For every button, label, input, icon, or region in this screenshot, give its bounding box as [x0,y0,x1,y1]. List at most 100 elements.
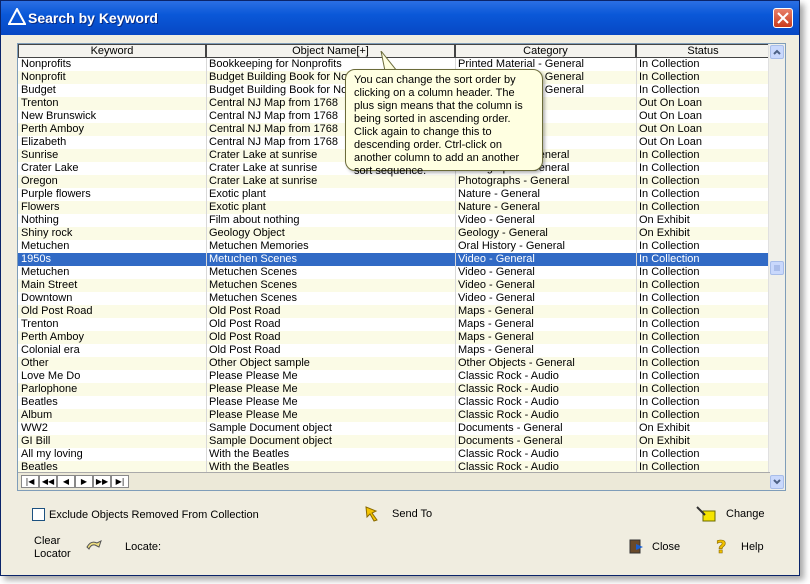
tooltip-pointer [380,51,398,71]
status-cell: In Collection [639,344,700,356]
category-cell: Classic Rock - Audio [458,409,559,421]
locate-label: Locate: [125,541,162,553]
object-name-cell: Exotic plant [209,188,266,200]
table-row[interactable]: Colonial era Old Post Road Maps - General I… [18,344,770,357]
close-door-icon[interactable] [627,538,645,554]
category-cell: Nature - General [458,188,540,200]
status-cell: In Collection [639,149,700,161]
status-cell: In Collection [639,188,700,200]
send-to-icon[interactable] [364,505,380,523]
object-name-cell: Old Post Road [209,344,281,356]
column-divider [636,58,637,473]
keyword-cell: Main Street [21,279,78,291]
grip-icon [774,265,780,271]
table-row[interactable]: Album Please Please Me Classic Rock - Audi… [18,409,770,422]
table-row[interactable]: Perth Amboy Old Post Road Maps - General In… [18,331,770,344]
category-cell: Maps - General [458,318,534,330]
table-row[interactable]: Main Street Metuchen Scenes Video - Genera… [18,279,770,292]
chevron-up-icon [773,49,781,55]
keyword-cell: WW2 [21,422,48,434]
keyword-cell: All my loving [21,448,83,460]
table-row[interactable]: Beatles Please Please Me Classic Rock - Au… [18,396,770,409]
category-cell: Classic Rock - Audio [458,448,559,460]
last-record-button[interactable]: ▶| [111,475,129,488]
object-name-cell: Metuchen Scenes [209,266,298,278]
clear-locator-label-line2[interactable]: Locator [34,548,71,560]
category-cell: Photographs - General [458,175,570,187]
send-to-button[interactable]: Send To [392,508,432,520]
status-cell: In Collection [639,357,700,369]
category-cell: Geology - General [458,227,548,239]
category-cell: Documents - General [458,422,563,434]
keyword-cell: Trenton [21,97,59,109]
next-page-button[interactable]: ▶▶ [93,475,111,488]
keyword-cell: Beatles [21,396,58,408]
keyword-cell: Old Post Road [21,305,93,317]
vertical-scrollbar[interactable] [768,44,785,490]
object-name-cell: Old Post Road [209,318,281,330]
keyword-cell: Metuchen [21,240,70,252]
keyword-cell: Crater Lake [21,162,79,174]
status-cell: Out On Loan [639,97,702,109]
table-row[interactable]: Nothing Film about nothing Video - General… [18,214,770,227]
change-icon[interactable] [695,505,719,523]
status-cell: On Exhibit [639,422,690,434]
table-row[interactable]: Metuchen Metuchen Memories Oral History - … [18,240,770,253]
object-name-cell: Metuchen Scenes [209,253,298,265]
keyword-cell: Nothing [21,214,59,226]
table-row[interactable]: Parlophone Please Please Me Classic Rock -… [18,383,770,396]
category-cell: Classic Rock - Audio [458,370,559,382]
table-row[interactable]: WW2 Sample Document object Documents - Gen… [18,422,770,435]
keyword-cell: Other [21,357,49,369]
status-cell: In Collection [639,175,700,187]
table-row[interactable]: Downtown Metuchen Scenes Video - General In… [18,292,770,305]
table-row[interactable]: Old Post Road Old Post Road Maps - General… [18,305,770,318]
clear-locator-label-line1[interactable]: Clear [34,535,60,547]
exclude-removed-label: Exclude Objects Removed From Collection [49,509,259,521]
scroll-thumb[interactable] [770,261,784,275]
first-record-button[interactable]: |◀ [21,475,39,488]
close-window-button[interactable] [773,8,793,28]
table-row[interactable]: GI Bill Sample Document object Documents -… [18,435,770,448]
table-row[interactable]: All my loving With the Beatles Classic Roc… [18,448,770,461]
category-cell: Oral History - General [458,240,565,252]
scroll-up-button[interactable] [770,45,784,59]
object-name-cell: Please Please Me [209,396,298,408]
keyword-cell: Perth Amboy [21,331,84,343]
column-header-category[interactable]: Category [455,44,636,58]
next-record-button[interactable]: ▶ [75,475,93,488]
object-name-cell: Old Post Road [209,305,281,317]
previous-record-button[interactable]: ◀ [57,475,75,488]
keyword-cell: Metuchen [21,266,70,278]
column-header-object-name[interactable]: Object Name[+] [206,44,455,58]
change-button[interactable]: Change [726,508,765,520]
previous-page-button[interactable]: ◀◀ [39,475,57,488]
table-row[interactable]: Purple flowers Exotic plant Nature - Gener… [18,188,770,201]
column-header-keyword[interactable]: Keyword [18,44,206,58]
clear-locator-icon[interactable] [85,539,103,551]
status-cell: In Collection [639,331,700,343]
scroll-down-button[interactable] [770,475,784,489]
keyword-cell: Oregon [21,175,58,187]
close-button[interactable]: Close [652,541,680,553]
category-cell: Video - General [458,253,535,265]
status-cell: In Collection [639,266,700,278]
table-row[interactable]: Metuchen Metuchen Scenes Video - General In… [18,266,770,279]
title-bar: Search by Keyword [1,1,799,35]
category-cell: Other Objects - General [458,357,575,369]
help-button[interactable]: Help [741,541,764,553]
table-row[interactable]: Other Other Object sample Other Objects - … [18,357,770,370]
status-cell: In Collection [639,162,700,174]
object-name-cell: Geology Object [209,227,285,239]
table-row[interactable]: Shiny rock Geology Object Geology - Genera… [18,227,770,240]
status-cell: In Collection [639,318,700,330]
table-row[interactable]: 1950s Metuchen Scenes Video - General In Co… [18,253,770,266]
help-icon[interactable]: ? [714,536,730,556]
record-navigator: |◀ ◀◀ ◀ ▶ ▶▶ ▶| [18,472,770,490]
table-row[interactable]: Love Me Do Please Please Me Classic Rock -… [18,370,770,383]
table-row[interactable]: Flowers Exotic plant Nature - General In Co… [18,201,770,214]
table-row[interactable]: Trenton Old Post Road Maps - General In Col… [18,318,770,331]
keyword-cell: Shiny rock [21,227,73,239]
exclude-removed-checkbox[interactable] [32,508,45,521]
column-header-status[interactable]: Status [636,44,770,58]
